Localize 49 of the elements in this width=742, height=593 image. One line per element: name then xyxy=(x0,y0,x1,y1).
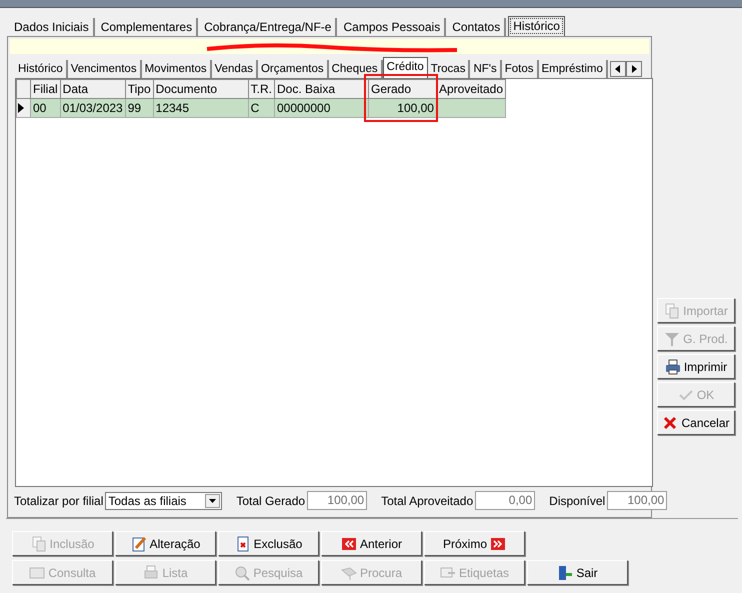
total-field: 0,00 xyxy=(475,491,536,510)
button[interactable]: Cancelar xyxy=(657,410,735,435)
printer-icon xyxy=(143,564,160,580)
total-field: 100,00 xyxy=(607,491,668,510)
document-icon xyxy=(664,302,680,318)
left-triangle-icon xyxy=(612,63,623,75)
pencil-icon xyxy=(130,536,147,552)
tab[interactable]: Histórico xyxy=(508,16,565,36)
table-cell: 01/03/2023 xyxy=(60,98,126,118)
double-right-icon xyxy=(490,536,506,552)
printer-icon xyxy=(664,358,681,374)
row-pointer-icon xyxy=(17,103,25,113)
button[interactable]: Imprimir xyxy=(657,354,735,379)
column-header: Filial xyxy=(30,80,60,98)
delete-icon xyxy=(234,536,251,552)
dropdown-arrow-icon xyxy=(209,498,216,502)
total-field: 100,00 xyxy=(307,491,368,510)
table-cell: C xyxy=(248,98,274,118)
magnifier-icon xyxy=(234,564,250,580)
column-header: Documento xyxy=(153,80,248,98)
door-icon xyxy=(557,564,574,580)
column-header: Aproveitado xyxy=(436,80,506,98)
scroll-right-button[interactable] xyxy=(626,61,642,77)
filter-label: Totalizar por filial xyxy=(14,492,104,510)
column-header: T.R. xyxy=(248,80,274,98)
filter-dropdown[interactable]: Todas as filiais xyxy=(105,492,222,510)
total-label: Total Aproveitado xyxy=(381,492,474,510)
button[interactable]: Alteração xyxy=(115,531,216,556)
column-header: Gerado xyxy=(368,80,436,98)
total-label: Disponível xyxy=(549,492,606,510)
column-header: Doc. Baixa xyxy=(274,80,368,98)
column-header: Data xyxy=(60,80,126,98)
table-cell: 00000000 xyxy=(274,98,368,118)
scroll-left-button[interactable] xyxy=(610,61,626,77)
table-cell: 12345 xyxy=(153,98,248,118)
button[interactable]: Próximo xyxy=(424,531,525,556)
double-left-icon xyxy=(340,536,357,552)
table-cell: 99 xyxy=(125,98,154,118)
cross-icon xyxy=(662,414,678,430)
table-row[interactable]: 00 01/03/2023 99 12345 C 00000000 100,00 xyxy=(16,98,506,118)
table-cell: 00 xyxy=(30,98,60,118)
document-icon xyxy=(30,536,47,552)
button[interactable]: Sair xyxy=(527,560,628,585)
label-icon xyxy=(440,564,456,580)
total-label: Total Gerado xyxy=(236,492,306,510)
button[interactable]: Anterior xyxy=(321,531,422,556)
button[interactable]: Exclusão xyxy=(218,531,319,556)
card-icon xyxy=(29,564,46,580)
column-header: Tipo xyxy=(125,80,154,98)
